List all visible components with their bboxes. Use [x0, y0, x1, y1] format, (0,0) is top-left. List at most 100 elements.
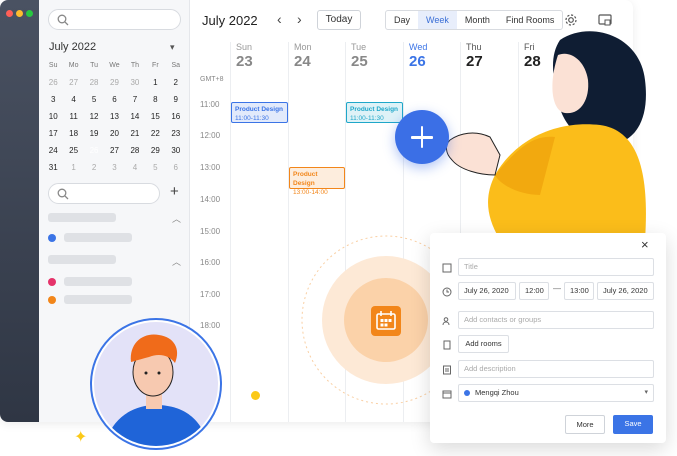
start-date-field[interactable]: July 26, 2020: [458, 282, 516, 300]
mini-calendar-day[interactable]: 5: [84, 91, 104, 108]
mini-calendar-day[interactable]: 24: [43, 142, 63, 159]
calendar-name-placeholder: [64, 277, 132, 286]
mini-calendar-day[interactable]: 21: [125, 125, 145, 142]
mini-calendar-day[interactable]: 28: [125, 142, 145, 159]
chevron-up-icon[interactable]: ︿: [172, 212, 181, 225]
mini-calendar-day[interactable]: 2: [84, 159, 104, 176]
weekday-label: Fr: [152, 62, 159, 69]
mini-calendar-day[interactable]: 3: [43, 91, 63, 108]
mini-calendar-day[interactable]: 10: [43, 108, 63, 125]
group-header-placeholder: [48, 213, 116, 222]
mini-calendar-day[interactable]: 17: [43, 125, 63, 142]
calendar-checkbox[interactable]: [48, 296, 56, 304]
day-header-mon[interactable]: Mon 24: [288, 42, 345, 70]
mini-calendar-day[interactable]: 29: [104, 74, 124, 91]
chevron-up-icon[interactable]: ︿: [172, 255, 181, 268]
prev-week-button[interactable]: ‹: [277, 11, 282, 27]
mini-calendar-day[interactable]: 9: [166, 91, 186, 108]
more-button[interactable]: More: [565, 415, 605, 434]
mini-calendar-day[interactable]: 5: [145, 159, 165, 176]
mini-calendar-day[interactable]: 29: [145, 142, 165, 159]
mini-calendar-day[interactable]: 28: [84, 74, 104, 91]
title-field[interactable]: Title: [458, 258, 654, 276]
start-time-field[interactable]: 12:00: [519, 282, 549, 300]
search-icon: [57, 188, 69, 200]
mini-calendar-day[interactable]: 25: [63, 142, 83, 159]
add-event-button[interactable]: [395, 110, 449, 164]
mini-calendar-day[interactable]: 27: [104, 142, 124, 159]
mini-calendar-day[interactable]: 1: [145, 74, 165, 91]
mini-calendar-day[interactable]: 4: [63, 91, 83, 108]
event-block[interactable]: Product Design 11:00-11:30: [346, 102, 403, 123]
end-time-field[interactable]: 13:00: [564, 282, 594, 300]
chevron-down-icon[interactable]: ▾: [170, 42, 175, 53]
weekday-label: Su: [48, 62, 58, 69]
view-day-tab[interactable]: Day: [386, 11, 418, 29]
close-icon[interactable]: ×: [641, 237, 649, 252]
owner-select[interactable]: Mengqi Zhou ▾: [458, 384, 654, 402]
today-button[interactable]: Today: [317, 10, 361, 30]
weekday-label: We: [109, 62, 120, 69]
weekday-label: Sa: [171, 62, 181, 69]
next-week-button[interactable]: ›: [297, 11, 302, 27]
mini-calendar-day[interactable]: 14: [125, 108, 145, 125]
close-window-dot[interactable]: [6, 10, 13, 17]
time-label: 16:00: [200, 258, 221, 267]
time-label: 13:00: [200, 163, 221, 172]
calendar-checkbox[interactable]: [48, 278, 56, 286]
add-calendar-icon[interactable]: +: [170, 183, 179, 200]
mini-calendar-day[interactable]: 19: [84, 125, 104, 142]
description-icon: [443, 365, 451, 375]
weekday-label: Th: [130, 62, 139, 69]
mini-calendar-day[interactable]: 27: [63, 74, 83, 91]
mini-calendar-day[interactable]: 6: [166, 159, 186, 176]
event-block[interactable]: Product Design 13:00-14:00: [289, 167, 345, 196]
mini-calendar-day[interactable]: 13: [104, 108, 124, 125]
calendar-checkbox[interactable]: [48, 234, 56, 242]
mini-calendar-day[interactable]: 18: [63, 125, 83, 142]
group-header-placeholder: [48, 255, 116, 264]
time-label: 11:00: [200, 100, 220, 109]
save-button[interactable]: Save: [613, 415, 653, 434]
mini-calendar-day[interactable]: 6: [104, 91, 124, 108]
room-icon: [443, 340, 451, 350]
search-input[interactable]: [48, 9, 181, 30]
day-divider: [230, 42, 231, 422]
mini-calendar-day[interactable]: 12: [84, 108, 104, 125]
mini-calendar-day[interactable]: 30: [166, 142, 186, 159]
mini-calendar-day[interactable]: 4: [125, 159, 145, 176]
mini-calendar-day[interactable]: 15: [145, 108, 165, 125]
mini-calendar-day[interactable]: 8: [145, 91, 165, 108]
day-divider: [288, 42, 289, 422]
description-field[interactable]: Add description: [458, 360, 654, 378]
mini-calendar-day[interactable]: 11: [63, 108, 83, 125]
owner-name: Mengqi Zhou: [475, 388, 519, 397]
current-month-title: July 2022: [202, 13, 258, 28]
mini-calendar-day[interactable]: 2: [166, 74, 186, 91]
mini-calendar-day[interactable]: 31: [43, 159, 63, 176]
day-header-tue[interactable]: Tue 25: [345, 42, 402, 70]
mini-calendar-day[interactable]: 20: [104, 125, 124, 142]
mini-calendar-day[interactable]: 22: [145, 125, 165, 142]
event-block[interactable]: Product Design 11:00-11:30: [231, 102, 288, 123]
time-label: 17:00: [200, 290, 221, 299]
add-rooms-button[interactable]: Add rooms: [458, 335, 509, 353]
search-people-input[interactable]: [48, 183, 160, 204]
mini-calendar-day[interactable]: 23: [166, 125, 186, 142]
time-label: 12:00: [200, 131, 221, 140]
mini-calendar-day[interactable]: 3: [104, 159, 124, 176]
mini-calendar-day[interactable]: 26: [84, 142, 104, 159]
end-date-field[interactable]: July 26, 2020: [597, 282, 654, 300]
mini-calendar-day[interactable]: 1: [63, 159, 83, 176]
calendar-icon: [371, 306, 401, 336]
mini-calendar-day[interactable]: 26: [43, 74, 63, 91]
contacts-field[interactable]: Add contacts or groups: [458, 311, 654, 329]
mini-calendar-day[interactable]: 30: [125, 74, 145, 91]
mini-calendar-day[interactable]: 7: [125, 91, 145, 108]
maximize-window-dot[interactable]: [26, 10, 33, 17]
title-icon: [442, 263, 452, 273]
minimize-window-dot[interactable]: [16, 10, 23, 17]
mini-calendar-grid: Su Mo Tu We Th Fr Sa 26 27 28 29 30 1 2 3 4 5 6 7 8 9 10 11 12 1…: [43, 57, 186, 176]
day-header-sun[interactable]: Sun 23: [230, 42, 287, 70]
mini-calendar-day[interactable]: 16: [166, 108, 186, 125]
